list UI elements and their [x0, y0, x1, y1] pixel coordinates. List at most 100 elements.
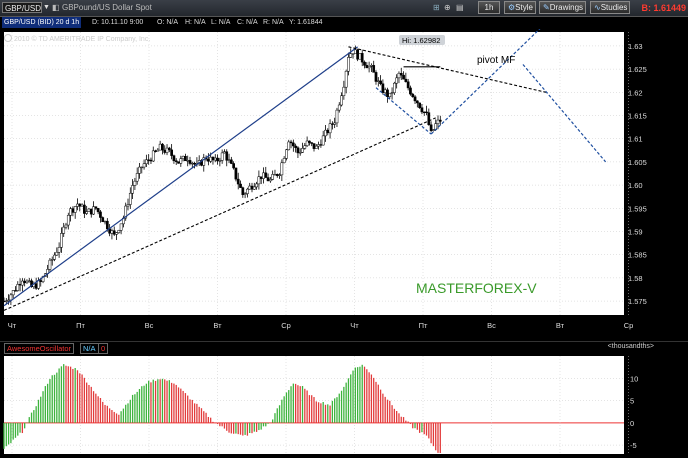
time-tick-label: Вт [213, 321, 222, 330]
high-label: Hi: 1.62982 [402, 36, 440, 45]
studies-label: Studies [600, 3, 628, 12]
candle-body [128, 192, 132, 205]
candle-body [420, 107, 424, 113]
candle-body [388, 92, 392, 97]
candle-body [321, 135, 325, 146]
oscillator-setting[interactable]: 0 [98, 343, 109, 354]
candle-body [158, 143, 162, 151]
candle-body [4, 300, 8, 302]
candle-body [386, 89, 389, 97]
watermark-text: MASTERFOREX-V [416, 280, 537, 296]
candle-body [360, 53, 364, 63]
drawings-label: Drawings [549, 3, 584, 12]
candle-body [370, 65, 373, 67]
candle-body [119, 223, 123, 231]
candle-body [248, 185, 252, 190]
candle-body [140, 166, 144, 169]
candle-body [213, 157, 217, 161]
chart-icon[interactable]: ⊞ [433, 1, 440, 15]
candle-body [390, 92, 394, 94]
candle-body [27, 280, 31, 282]
zoom-icon[interactable]: ⊕ [444, 1, 451, 15]
link-icon[interactable]: ◧ [52, 1, 60, 15]
studies-button[interactable]: ∿Studies [590, 1, 630, 14]
symbol-field[interactable]: GBP/USD [2, 2, 42, 13]
candle-body [207, 158, 210, 162]
candle-body [167, 147, 171, 151]
candle-body [395, 77, 399, 84]
time-tick-label: Пт [76, 321, 85, 330]
price-tick-label: 1.625 [628, 65, 647, 74]
candle-body [154, 150, 157, 152]
candle-body [250, 185, 254, 190]
candle-body [18, 284, 22, 286]
candle-body [87, 208, 91, 212]
candle-body [269, 179, 272, 182]
candle-body [399, 72, 403, 76]
candle-body [163, 149, 167, 153]
candle-body [14, 290, 17, 292]
info-range: R: N/A [263, 19, 284, 26]
time-tick-label: Ср [624, 321, 634, 330]
candle-body [126, 204, 130, 207]
oscillator-tick-label: 10 [630, 374, 638, 383]
candle-body [39, 280, 43, 282]
candle-body [353, 49, 357, 54]
candle-body [252, 186, 256, 190]
copyright-text: 2010 © TD AMERITRADE IP Company, Inc. [14, 35, 150, 43]
candle-body [174, 160, 178, 162]
candle-body [422, 111, 426, 113]
dropdown-arrow-icon[interactable]: ▼ [43, 1, 50, 15]
candle-body [287, 141, 291, 151]
candle-body [60, 233, 63, 248]
symbol-description: GBPound/US Dollar Spot [62, 3, 152, 12]
candle-body [411, 93, 415, 98]
pivot-label: pivot MF [477, 55, 515, 66]
candle-body [333, 122, 337, 125]
candle-body [402, 74, 405, 80]
candle-body [379, 80, 382, 85]
drawings-icon: ✎ [543, 3, 550, 12]
oscillator-units: <thousandths> [607, 343, 654, 350]
price-tick-label: 1.59 [628, 227, 643, 236]
candle-body [177, 161, 180, 164]
candle-body [376, 80, 380, 82]
time-tick-label: Чт [8, 321, 17, 330]
candle-body [188, 160, 192, 164]
price-chart[interactable]: 1.575 1.58 1.585 1.59 1.595 1.60 1.605 1.61 1.61… [0, 29, 688, 341]
style-button[interactable]: ⚙Style [504, 1, 536, 14]
candle-body [25, 280, 29, 284]
candle-body [73, 206, 77, 213]
candle-body [367, 66, 371, 69]
candle-body [344, 70, 348, 88]
oscillator-axis: -5 0 5 10 [630, 374, 638, 450]
drawings-button[interactable]: ✎Drawings [539, 1, 586, 14]
candle-body [326, 129, 330, 134]
candle-body [432, 129, 435, 131]
oscillator-name[interactable]: AwesomeOscillator [4, 343, 75, 354]
candle-body [337, 104, 341, 111]
candle-body [110, 230, 114, 234]
candle-body [266, 177, 270, 182]
price-tick-label: 1.605 [628, 158, 647, 167]
candle-body [64, 224, 68, 228]
candle-body [303, 145, 307, 149]
candle-body [66, 215, 70, 226]
price-tick-label: 1.575 [628, 297, 647, 306]
candle-body [34, 283, 38, 289]
candle-body [147, 159, 151, 161]
oscillator-chart[interactable]: -5 0 5 10 [0, 354, 688, 458]
candle-body [53, 254, 56, 260]
time-tick-label: Пт [419, 321, 428, 330]
candle-body [418, 102, 421, 109]
candle-body [92, 206, 95, 215]
candle-body [99, 211, 102, 218]
candle-body [161, 143, 164, 151]
print-icon[interactable]: ▤ [456, 1, 464, 15]
time-tick-label: Вс [145, 321, 154, 330]
timeframe-button[interactable]: 1h [478, 1, 500, 14]
time-tick-label: Ср [281, 321, 291, 330]
candle-body [11, 290, 15, 296]
candle-body [298, 152, 302, 154]
candle-body [285, 149, 288, 159]
